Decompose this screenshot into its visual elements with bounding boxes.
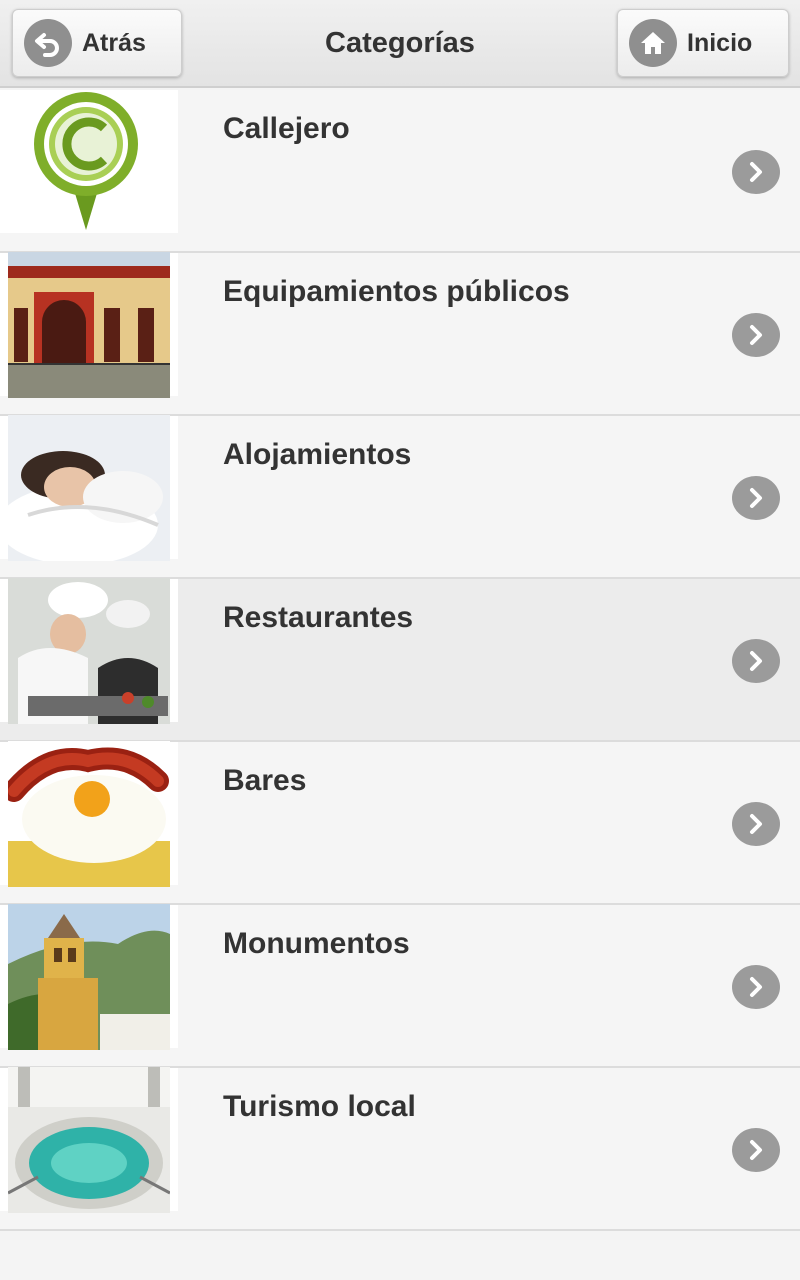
tower-photo [0,903,178,1050]
home-icon [629,19,677,67]
category-label: Equipamientos públicos [223,275,570,308]
category-item-alojamientos[interactable]: Alojamientos [0,414,800,579]
chevron-right-icon [732,150,780,194]
home-button-label: Inicio [687,28,753,57]
category-list: Callejero Equipamientos públicos Alojami… [0,90,800,1231]
category-label: Alojamientos [223,438,412,471]
header-bar: Categorías Atrás Inicio [0,0,800,88]
map-pin-c-logo [0,90,178,233]
chevron-right-icon [732,639,780,683]
home-button[interactable]: Inicio [617,9,789,77]
sleeping-woman-photo [0,414,178,561]
category-label: Monumentos [223,927,410,960]
chevron-right-icon [732,965,780,1009]
category-item-equipamientos-publicos[interactable]: Equipamientos públicos [0,251,800,416]
back-arrow-icon [24,19,72,67]
chevron-right-icon [732,1128,780,1172]
category-label: Bares [223,764,307,797]
back-button[interactable]: Atrás [12,9,182,77]
back-button-label: Atrás [82,28,146,57]
building-photo [0,251,178,398]
category-label: Callejero [223,112,350,145]
category-label: Restaurantes [223,601,414,634]
category-item-turismo-local[interactable]: Turismo local [0,1066,800,1231]
chefs-photo [0,577,178,724]
fried-egg-chorizo-photo [0,740,178,887]
chevron-right-icon [732,476,780,520]
spa-pool-photo [0,1066,178,1213]
category-item-monumentos[interactable]: Monumentos [0,903,800,1068]
chevron-right-icon [732,802,780,846]
category-item-bares[interactable]: Bares [0,740,800,905]
category-item-restaurantes[interactable]: Restaurantes [0,577,800,742]
category-item-callejero[interactable]: Callejero [0,90,800,253]
chevron-right-icon [732,313,780,357]
category-label: Turismo local [223,1090,416,1123]
